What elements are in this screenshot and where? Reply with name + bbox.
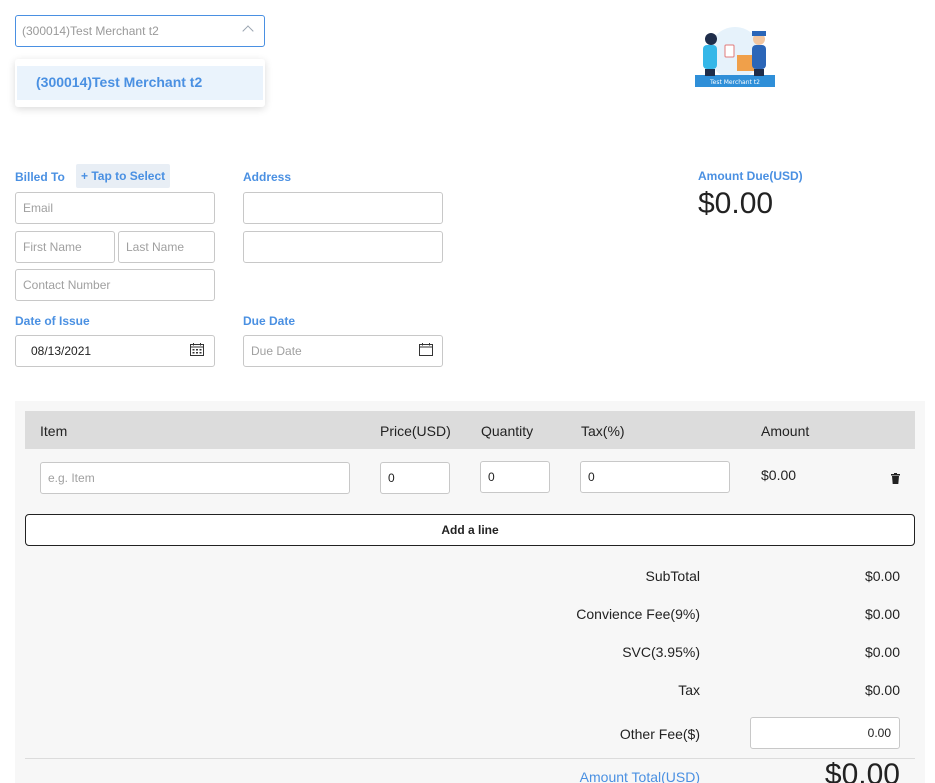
other-fee-field[interactable] — [750, 717, 900, 749]
other-fee-label: Other Fee($) — [619, 726, 700, 742]
address-label: Address — [243, 170, 292, 184]
convenience-fee-label: Convience Fee(9%) — [576, 606, 700, 622]
item-name-field[interactable] — [40, 462, 350, 494]
tax-value: $0.00 — [864, 682, 900, 698]
subtotal-value: $0.00 — [864, 568, 900, 584]
due-date-field[interactable] — [243, 335, 443, 367]
column-header-item: Item — [40, 423, 68, 439]
column-header-tax: Tax(%) — [581, 423, 625, 439]
column-header-amount: Amount — [761, 423, 810, 439]
item-tax-field[interactable] — [580, 461, 730, 493]
item-quantity-field[interactable] — [480, 461, 550, 493]
summary-divider — [25, 758, 915, 759]
trash-icon[interactable] — [891, 471, 900, 489]
amount-total-label: Amount Total(USD) — [579, 769, 700, 783]
convenience-fee-value: $0.00 — [864, 606, 900, 622]
email-field[interactable] — [15, 192, 215, 224]
column-header-price: Price(USD) — [380, 423, 451, 439]
merchant-logo: Test Merchant t2 — [695, 25, 775, 87]
tax-label: Tax — [678, 682, 700, 698]
add-line-button[interactable]: Add a line — [25, 514, 915, 546]
logo-caption: Test Merchant t2 — [709, 79, 760, 86]
address-line-1-field[interactable] — [243, 192, 443, 224]
calendar-icon[interactable] — [419, 343, 433, 361]
amount-due-label: Amount Due(USD) — [698, 169, 803, 183]
chevron-up-icon — [242, 25, 254, 37]
svc-label: SVC(3.95%) — [622, 644, 700, 660]
tap-to-select-button[interactable]: + Tap to Select — [76, 164, 170, 188]
subtotal-label: SubTotal — [645, 568, 700, 584]
svc-value: $0.00 — [864, 644, 900, 660]
calendar-icon[interactable] — [190, 343, 204, 361]
column-header-quantity: Quantity — [481, 423, 534, 439]
amount-due-value: $0.00 — [698, 187, 774, 220]
first-name-field[interactable] — [15, 231, 115, 263]
item-amount: $0.00 — [761, 467, 797, 483]
item-price-field[interactable] — [380, 462, 450, 494]
date-of-issue-label: Date of Issue — [15, 314, 90, 328]
billed-to-label: Billed To — [15, 170, 65, 184]
due-date-label: Due Date — [243, 314, 296, 328]
merchant-option[interactable]: (300014)Test Merchant t2 — [17, 66, 263, 100]
contact-number-field[interactable] — [15, 269, 215, 301]
amount-total-value: $0.00 — [824, 758, 900, 783]
date-of-issue-field[interactable] — [15, 335, 215, 367]
merchant-select[interactable]: (300014)Test Merchant t2 — [15, 15, 265, 47]
address-line-2-field[interactable] — [243, 231, 443, 263]
merchant-select-value: (300014)Test Merchant t2 — [22, 24, 159, 38]
merchant-dropdown: (300014)Test Merchant t2 — [15, 59, 265, 107]
last-name-field[interactable] — [118, 231, 215, 263]
